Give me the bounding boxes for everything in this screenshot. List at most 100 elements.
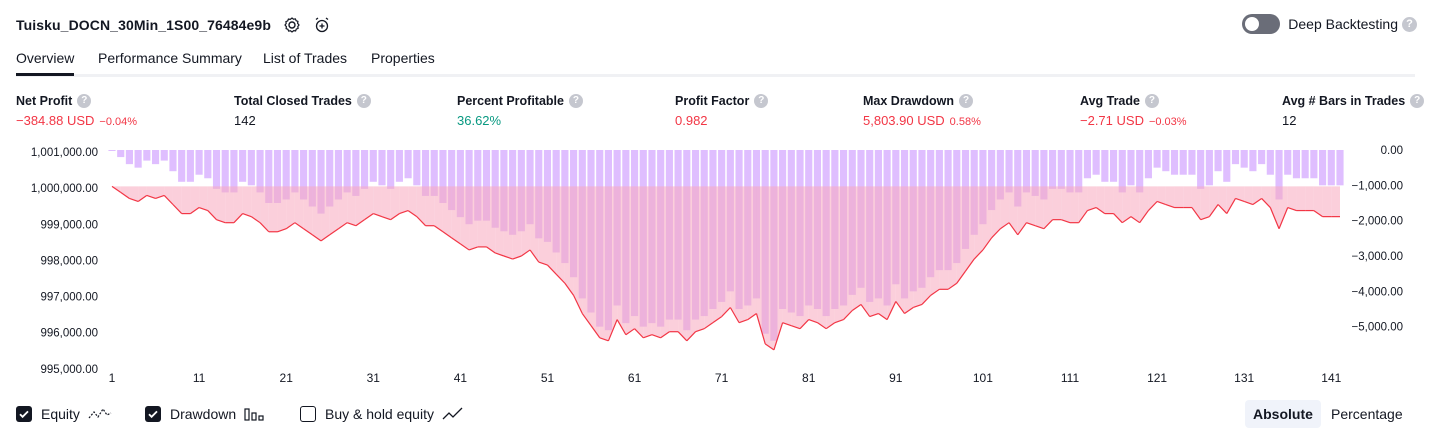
equity-fill-segment xyxy=(242,186,252,217)
drawdown-bar xyxy=(291,150,299,193)
x-axis-tick-label: 141 xyxy=(1321,371,1341,385)
drawdown-bar xyxy=(134,150,142,168)
left-axis-tick-label: 995,000.00 xyxy=(40,364,98,376)
tab-overview[interactable]: Overview xyxy=(16,50,75,76)
equity-fill-segment xyxy=(442,186,452,238)
drawdown-checkbox[interactable] xyxy=(145,406,161,422)
right-axis-tick-label: −3,000.00 xyxy=(1352,251,1403,263)
equity-fill-segment xyxy=(503,186,513,260)
drawdown-bar xyxy=(151,150,160,165)
drawdown-bar xyxy=(1258,150,1266,165)
drawdown-bar xyxy=(1319,150,1327,186)
metric-value: −384.88 USD xyxy=(16,113,95,128)
help-icon[interactable]: ? xyxy=(959,94,973,108)
drawdown-bar xyxy=(1049,150,1057,189)
right-axis-tick-label: −1,000.00 xyxy=(1352,180,1403,192)
x-axis-tick-label: 101 xyxy=(973,371,993,385)
drawdown-bar xyxy=(361,150,369,189)
right-axis-tick-label: −4,000.00 xyxy=(1352,286,1403,298)
equity-fill-segment xyxy=(808,186,818,323)
legend-equity[interactable]: Equity xyxy=(16,404,112,424)
equity-fill-segment xyxy=(817,186,827,329)
left-axis-tick-label: 1,000,000.00 xyxy=(31,183,98,195)
drawdown-bar xyxy=(378,150,386,186)
drawdown-bar xyxy=(1240,150,1248,168)
equity-fill-segment xyxy=(451,186,461,244)
metric-value: −2.71 USD xyxy=(1080,113,1144,128)
equity-fill-segment xyxy=(286,186,295,229)
left-axis-tick-label: 997,000.00 xyxy=(40,292,98,304)
equity-fill-segment xyxy=(373,186,382,217)
equity-checkbox[interactable] xyxy=(16,406,32,422)
metric-percent-profitable: Percent Profitable? 36.62% xyxy=(457,94,583,128)
x-axis-labels: 1 11 21 31 41 51 61 71 81 91 101 111 121 131 141 xyxy=(109,371,1342,385)
help-icon[interactable]: ? xyxy=(568,94,583,108)
help-icon[interactable]: ? xyxy=(356,94,371,108)
tab-properties[interactable]: Properties xyxy=(371,50,435,66)
metric-label: Avg # Bars in Trades xyxy=(1282,94,1406,108)
help-icon[interactable]: ? xyxy=(1410,94,1425,108)
equity-fill-segment xyxy=(303,186,313,235)
tab-list-of-trades[interactable]: List of Trades xyxy=(263,50,347,66)
drawdown-bar xyxy=(1153,150,1161,168)
absolute-toggle[interactable]: Absolute xyxy=(1245,400,1321,428)
drawdown-bar xyxy=(125,150,133,165)
settings-icon[interactable] xyxy=(283,16,301,34)
drawdown-bar xyxy=(1214,150,1222,172)
equity-fill-segment xyxy=(913,186,922,308)
metric-percent: −0.03% xyxy=(1148,116,1187,128)
equity-fill-segment xyxy=(120,186,130,199)
equity-fill-segment xyxy=(765,186,774,350)
help-icon[interactable]: ? xyxy=(754,94,769,108)
equity-fill-segment xyxy=(599,186,609,341)
equity-fill-segment xyxy=(800,186,809,329)
equity-fill-segment xyxy=(939,186,949,290)
buy-hold-checkbox[interactable] xyxy=(300,406,316,422)
legend-buy-hold[interactable]: Buy & hold equity xyxy=(300,404,466,424)
percentage-toggle[interactable]: Percentage xyxy=(1323,400,1411,428)
help-icon[interactable]: ? xyxy=(77,94,92,108)
x-axis-tick-label: 41 xyxy=(454,371,468,385)
equity-fill-segment xyxy=(1096,186,1105,214)
metric-label: Max Drawdown xyxy=(863,94,954,108)
equity-fill-segment xyxy=(582,186,592,326)
drawdown-bar xyxy=(1005,150,1013,193)
help-icon[interactable]: ? xyxy=(1402,16,1417,32)
drawdown-bar xyxy=(204,150,212,179)
equity-fill-segment xyxy=(416,186,426,226)
x-axis-tick-label: 51 xyxy=(541,371,555,385)
x-axis-tick-label: 71 xyxy=(715,371,729,385)
left-axis-tick-label: 996,000.00 xyxy=(40,328,98,340)
equity-drawdown-chart[interactable]: 1,001,000.00 1,000,000.00 999,000.00 998,00… xyxy=(0,140,1431,395)
equity-fill-segment xyxy=(355,186,365,226)
alarm-add-icon[interactable] xyxy=(313,16,331,34)
help-icon[interactable]: ? xyxy=(1144,94,1159,108)
equity-fill-segment xyxy=(1070,186,1079,223)
drawdown-bar xyxy=(1266,150,1274,175)
equity-line-icon xyxy=(88,407,112,419)
metric-percent: −0.04% xyxy=(99,116,138,128)
drawdown-bar xyxy=(169,150,177,172)
toggle-knob xyxy=(1245,17,1260,31)
x-axis-tick-label: 131 xyxy=(1234,371,1254,385)
left-axis-tick-label: 1,001,000.00 xyxy=(31,147,98,159)
equity-fill-segment xyxy=(564,186,574,296)
equity-fill-segment xyxy=(164,186,173,205)
drawdown-bar xyxy=(1057,150,1065,189)
equity-fill-segment xyxy=(625,186,635,335)
tab-performance-summary[interactable]: Performance Summary xyxy=(98,50,242,66)
legend-drawdown[interactable]: Drawdown xyxy=(145,404,264,424)
equity-fill-segment xyxy=(138,186,147,202)
drawdown-bar xyxy=(239,150,247,182)
drawdown-bar xyxy=(195,150,203,175)
equity-fill-segment xyxy=(1331,186,1340,217)
deep-backtesting-toggle[interactable] xyxy=(1242,14,1281,34)
equity-fill-segment xyxy=(1104,186,1114,214)
metric-label: Total Closed Trades xyxy=(234,94,352,108)
buy-hold-label: Buy & hold equity xyxy=(325,406,434,422)
equity-fill-segment xyxy=(1209,186,1219,217)
equity-fill-segment xyxy=(329,186,339,235)
deep-backtesting: Deep Backtesting ? xyxy=(1242,14,1417,34)
equity-fill-segment xyxy=(643,186,652,338)
equity-fill-segment xyxy=(233,186,243,223)
